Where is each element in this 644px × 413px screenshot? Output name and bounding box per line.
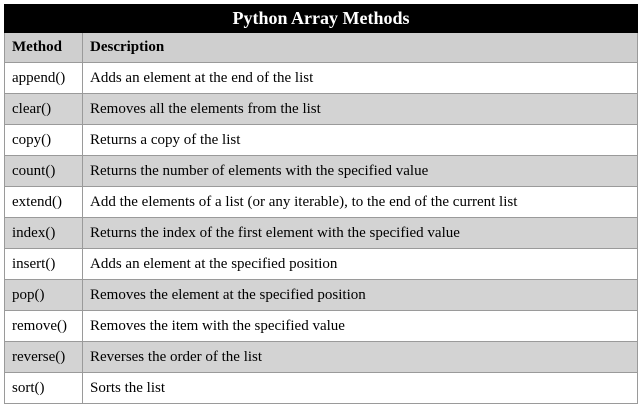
table-row: insert() Adds an element at the specifie… xyxy=(4,248,638,280)
description-cell: Returns the index of the first element w… xyxy=(82,217,638,249)
method-cell: sort() xyxy=(4,372,83,404)
table-row: sort() Sorts the list xyxy=(4,372,638,404)
method-cell: count() xyxy=(4,155,83,187)
method-cell: copy() xyxy=(4,124,83,156)
method-cell: clear() xyxy=(4,93,83,125)
description-cell: Returns the number of elements with the … xyxy=(82,155,638,187)
table-row: clear() Removes all the elements from th… xyxy=(4,93,638,125)
table-row: remove() Removes the item with the speci… xyxy=(4,310,638,342)
description-cell: Reverses the order of the list xyxy=(82,341,638,373)
table-row: pop() Removes the element at the specifi… xyxy=(4,279,638,311)
description-cell: Adds an element at the end of the list xyxy=(82,62,638,94)
title-row: Python Array Methods xyxy=(4,4,638,33)
method-cell: remove() xyxy=(4,310,83,342)
table-row: extend() Add the elements of a list (or … xyxy=(4,186,638,218)
column-header-description: Description xyxy=(82,32,638,63)
method-cell: append() xyxy=(4,62,83,94)
table-row: append() Adds an element at the end of t… xyxy=(4,62,638,94)
description-cell: Returns a copy of the list xyxy=(82,124,638,156)
column-header-method: Method xyxy=(4,32,83,63)
description-cell: Removes the element at the specified pos… xyxy=(82,279,638,311)
description-cell: Removes the item with the specified valu… xyxy=(82,310,638,342)
method-cell: pop() xyxy=(4,279,83,311)
method-cell: insert() xyxy=(4,248,83,280)
table-row: count() Returns the number of elements w… xyxy=(4,155,638,187)
python-array-methods-table: Python Array Methods Method Description … xyxy=(4,4,638,404)
header-row: Method Description xyxy=(4,32,638,63)
methods-table-container: Python Array Methods Method Description … xyxy=(4,4,638,404)
table-title: Python Array Methods xyxy=(4,4,638,33)
method-cell: extend() xyxy=(4,186,83,218)
description-cell: Adds an element at the specified positio… xyxy=(82,248,638,280)
method-cell: reverse() xyxy=(4,341,83,373)
table-row: index() Returns the index of the first e… xyxy=(4,217,638,249)
description-cell: Removes all the elements from the list xyxy=(82,93,638,125)
table-row: copy() Returns a copy of the list xyxy=(4,124,638,156)
table-row: reverse() Reverses the order of the list xyxy=(4,341,638,373)
method-cell: index() xyxy=(4,217,83,249)
description-cell: Sorts the list xyxy=(82,372,638,404)
description-cell: Add the elements of a list (or any itera… xyxy=(82,186,638,218)
